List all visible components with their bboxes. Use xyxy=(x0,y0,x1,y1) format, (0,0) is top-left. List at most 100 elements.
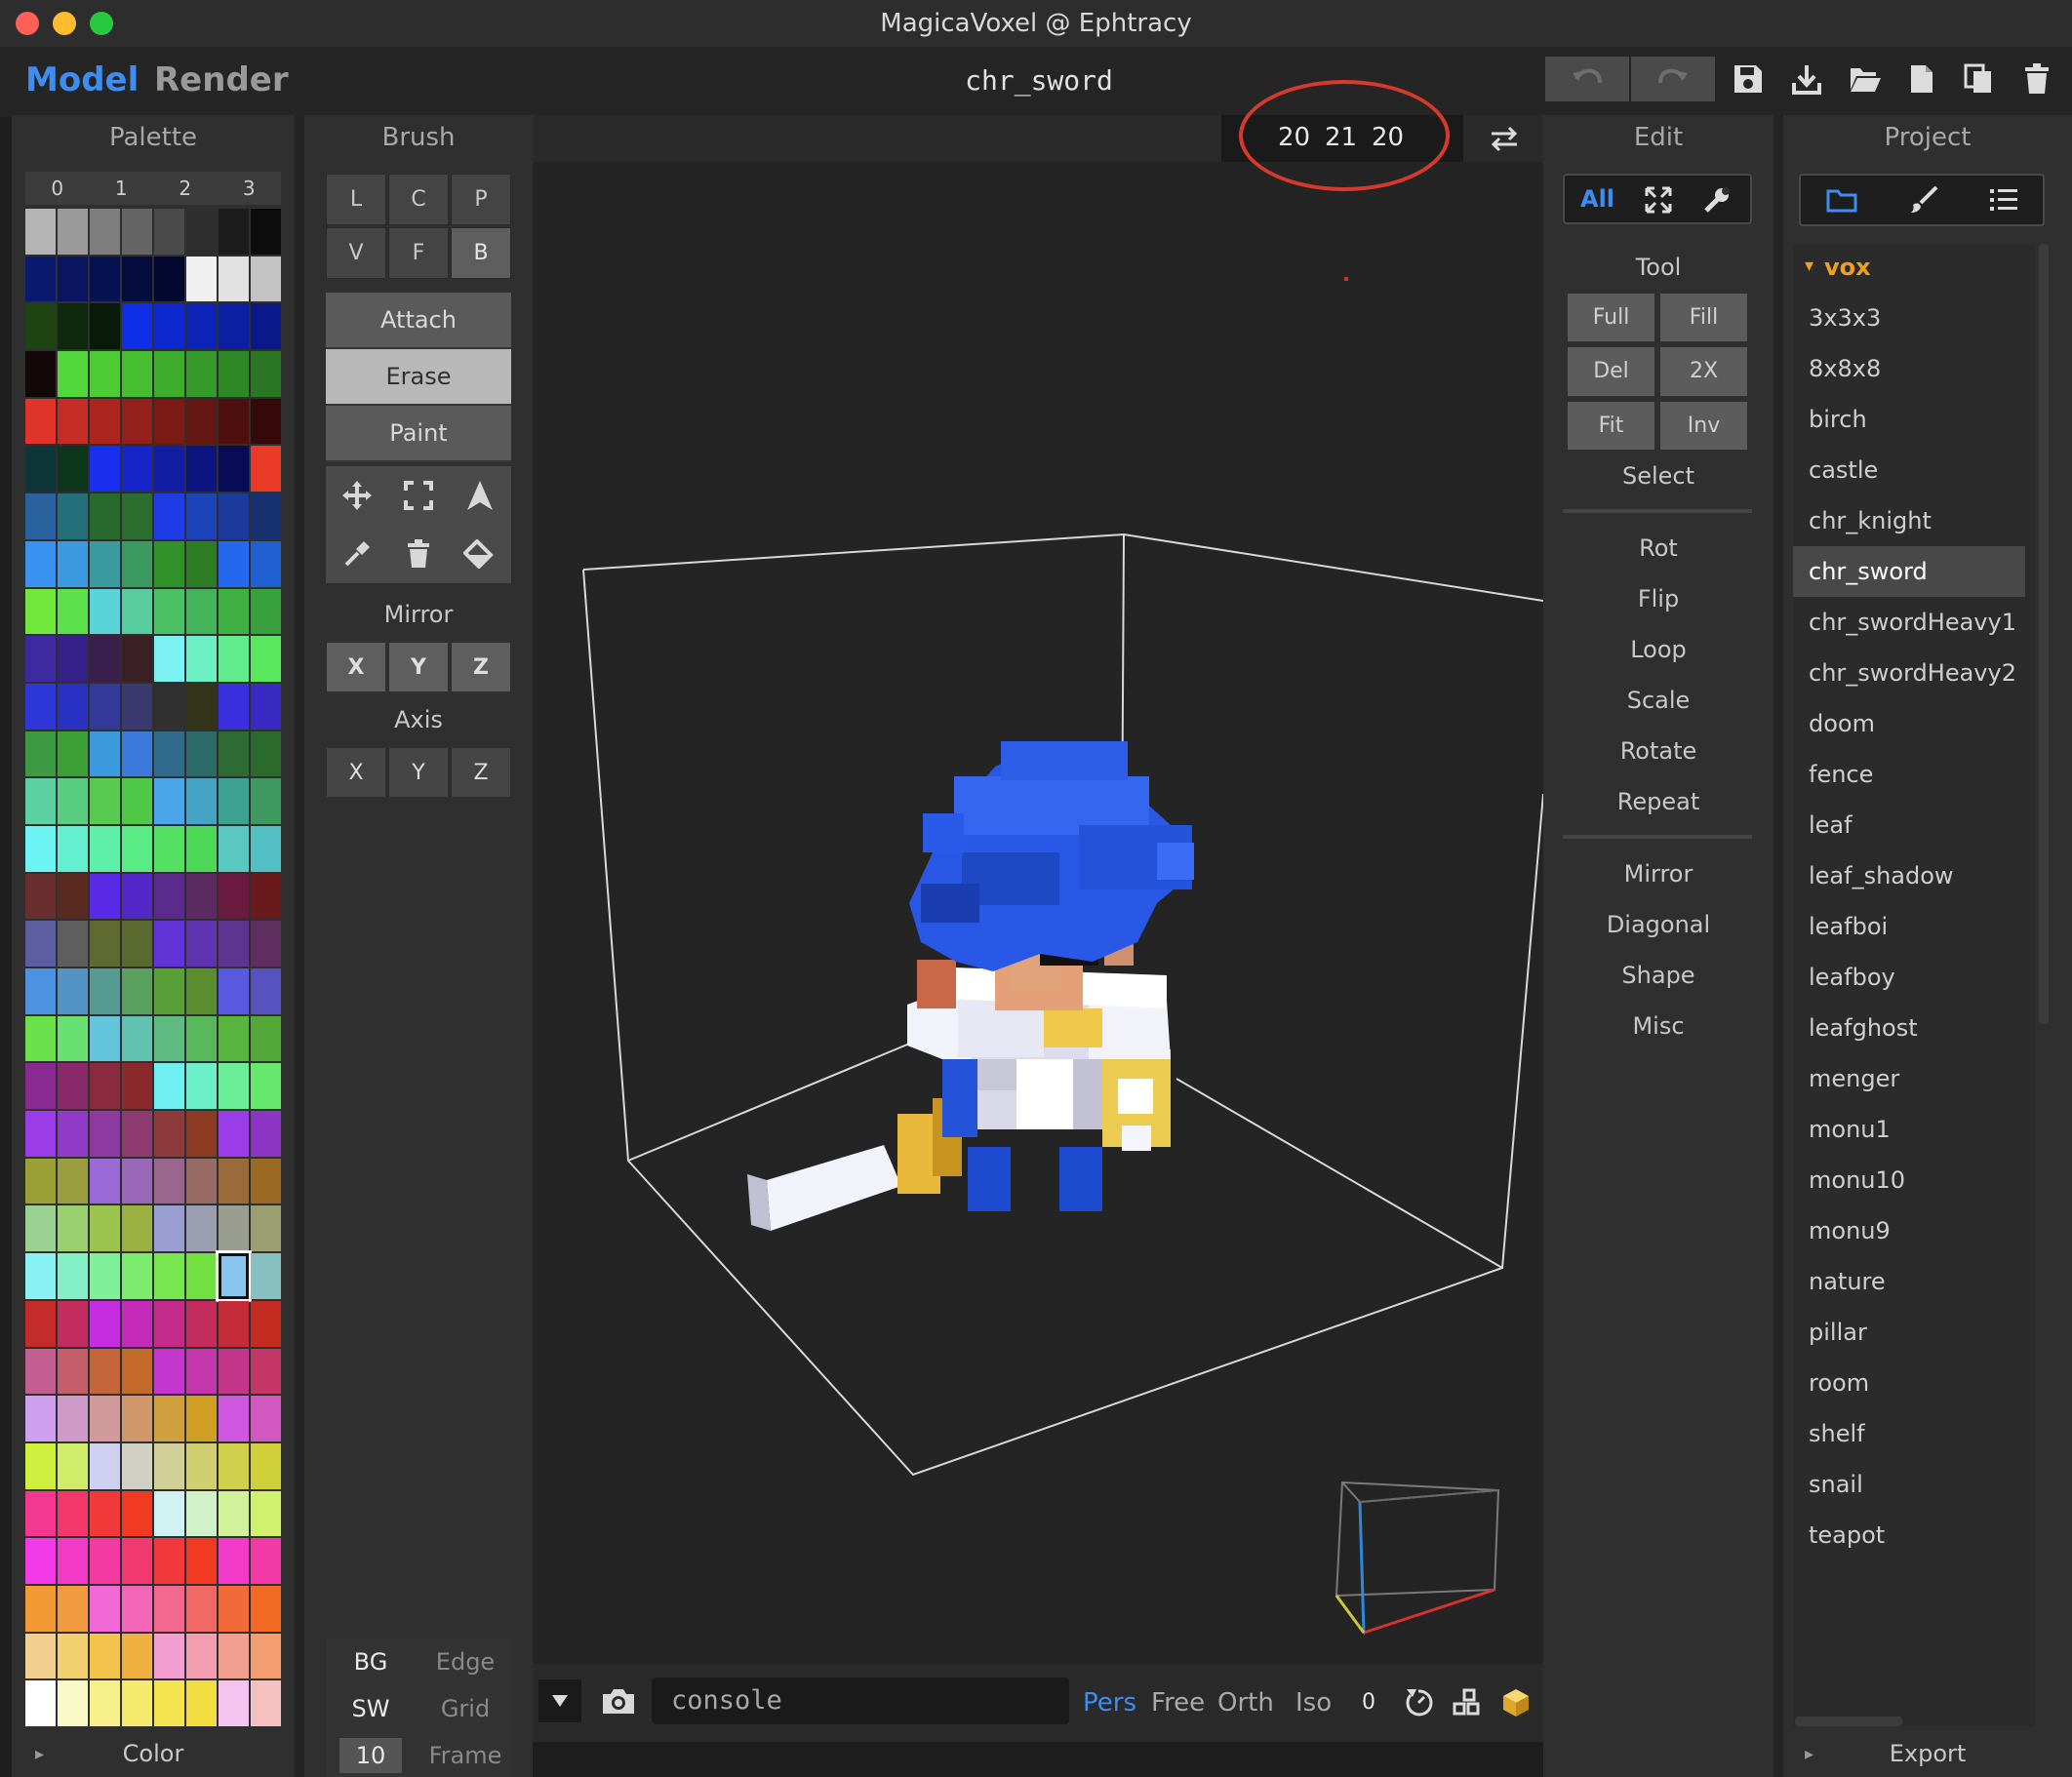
palette-swatch[interactable] xyxy=(186,968,217,1014)
palette-swatch[interactable] xyxy=(122,303,152,350)
palette-swatch[interactable] xyxy=(186,446,217,493)
palette-swatch[interactable] xyxy=(90,1348,120,1395)
palette-swatch[interactable] xyxy=(25,1158,56,1204)
palette-swatch[interactable] xyxy=(122,1348,152,1395)
palette-swatch[interactable] xyxy=(154,1205,184,1252)
palette-swatch[interactable] xyxy=(154,1015,184,1062)
palette-swatch[interactable] xyxy=(58,540,88,587)
palette-swatch[interactable] xyxy=(25,968,56,1014)
palette-swatch[interactable] xyxy=(58,683,88,730)
palette-swatch[interactable] xyxy=(90,398,120,445)
palette-swatch[interactable] xyxy=(58,446,88,493)
palette-swatch[interactable] xyxy=(154,1442,184,1489)
palette-swatch[interactable] xyxy=(154,731,184,777)
project-item[interactable]: birch xyxy=(1793,394,2025,445)
palette-swatch[interactable] xyxy=(219,446,249,493)
palette-swatch[interactable] xyxy=(58,1680,88,1726)
project-item[interactable]: teapot xyxy=(1793,1510,2025,1560)
palette-tab-0[interactable]: 0 xyxy=(25,172,90,205)
palette-swatch[interactable] xyxy=(186,540,217,587)
palette-swatch[interactable] xyxy=(219,921,249,967)
palette-swatch[interactable] xyxy=(122,446,152,493)
palette-swatch[interactable] xyxy=(25,1490,56,1537)
project-item[interactable]: 8x8x8 xyxy=(1793,343,2025,394)
palette-swatch[interactable] xyxy=(90,1680,120,1726)
palette-swatch[interactable] xyxy=(58,825,88,872)
palette-swatch[interactable] xyxy=(58,1300,88,1347)
axis-x-button[interactable]: X xyxy=(326,747,386,798)
palette-swatch[interactable] xyxy=(58,1633,88,1679)
palette-tab-3[interactable]: 3 xyxy=(218,172,282,205)
palette-swatch[interactable] xyxy=(251,825,281,872)
mirror-x-button[interactable]: X xyxy=(326,642,386,692)
palette-swatch[interactable] xyxy=(219,1063,249,1110)
palette-swatch[interactable] xyxy=(154,1538,184,1584)
minimize-window-button[interactable] xyxy=(53,12,76,35)
brush-type-v[interactable]: V xyxy=(326,227,386,279)
palette-swatch[interactable] xyxy=(25,1253,56,1299)
pointer-tool-button[interactable] xyxy=(450,466,511,525)
project-item[interactable]: doom xyxy=(1793,698,2025,749)
palette-swatch[interactable] xyxy=(122,731,152,777)
palette-swatch[interactable] xyxy=(122,256,152,302)
palette-swatch[interactable] xyxy=(25,1680,56,1726)
clear-tool-button[interactable] xyxy=(387,525,449,583)
palette-swatch[interactable] xyxy=(251,1442,281,1489)
project-item-selected[interactable]: chr_sword xyxy=(1793,546,2025,597)
palette-swatch[interactable] xyxy=(251,778,281,824)
palette-swatch[interactable] xyxy=(186,683,217,730)
project-item[interactable]: chr_swordHeavy2 xyxy=(1793,648,2025,698)
palette-swatch[interactable] xyxy=(186,398,217,445)
bg-toggle[interactable]: BG xyxy=(339,1648,402,1676)
rotate-button[interactable]: Rotate xyxy=(1543,737,1773,765)
3d-viewport[interactable] xyxy=(533,162,1544,1664)
palette-swatch[interactable] xyxy=(90,683,120,730)
palette-swatch[interactable] xyxy=(219,825,249,872)
swap-view-button[interactable] xyxy=(1483,121,1526,156)
mirror-z-button[interactable]: Z xyxy=(451,642,511,692)
palette-swatch[interactable] xyxy=(219,1205,249,1252)
zoom-value[interactable]: 0 xyxy=(1362,1690,1375,1715)
palette-swatch[interactable] xyxy=(251,256,281,302)
palette-swatch[interactable] xyxy=(186,1205,217,1252)
palette-swatch[interactable] xyxy=(58,1015,88,1062)
brush-type-c[interactable]: C xyxy=(388,174,449,225)
palette-swatch[interactable] xyxy=(122,636,152,682)
erase-button[interactable]: Erase xyxy=(326,349,511,406)
palette-swatch[interactable] xyxy=(251,1158,281,1204)
close-window-button[interactable] xyxy=(16,12,39,35)
palette-swatch[interactable] xyxy=(186,1633,217,1679)
folder-vox[interactable]: vox xyxy=(1824,254,1871,281)
palette-swatch[interactable] xyxy=(58,1111,88,1157)
palette-swatch[interactable] xyxy=(90,1633,120,1679)
palette-swatch[interactable] xyxy=(219,873,249,920)
palette-swatch[interactable] xyxy=(251,1253,281,1299)
palette-swatch[interactable] xyxy=(251,1348,281,1395)
frame-toggle[interactable]: Frame xyxy=(425,1742,505,1769)
palette-swatch[interactable] xyxy=(122,1253,152,1299)
tab-model[interactable]: Model xyxy=(25,60,139,99)
palette-swatch[interactable] xyxy=(154,921,184,967)
palette-swatch[interactable] xyxy=(122,1111,152,1157)
palette-swatch[interactable] xyxy=(58,1538,88,1584)
palette-swatch[interactable] xyxy=(90,303,120,350)
project-item[interactable]: room xyxy=(1793,1358,2025,1408)
palette-swatch[interactable] xyxy=(186,921,217,967)
palette-swatch[interactable] xyxy=(186,1538,217,1584)
palette-swatch[interactable] xyxy=(154,1300,184,1347)
project-brush-tab[interactable] xyxy=(1904,183,1943,217)
project-item[interactable]: nature xyxy=(1793,1256,2025,1307)
misc-button[interactable]: Misc xyxy=(1543,1012,1773,1040)
palette-swatch[interactable] xyxy=(251,968,281,1014)
palette-swatch[interactable] xyxy=(90,873,120,920)
scale-button[interactable]: Scale xyxy=(1543,687,1773,714)
palette-swatch[interactable] xyxy=(186,588,217,635)
brush-type-l[interactable]: L xyxy=(326,174,386,225)
maximize-window-button[interactable] xyxy=(90,12,113,35)
palette-swatch[interactable] xyxy=(219,1442,249,1489)
palette-swatch[interactable] xyxy=(90,778,120,824)
edit-expand-button[interactable] xyxy=(1641,183,1676,217)
palette-swatch[interactable] xyxy=(219,494,249,539)
tool-2x-button[interactable]: 2X xyxy=(1659,346,1748,397)
palette-swatch[interactable] xyxy=(219,1585,249,1632)
